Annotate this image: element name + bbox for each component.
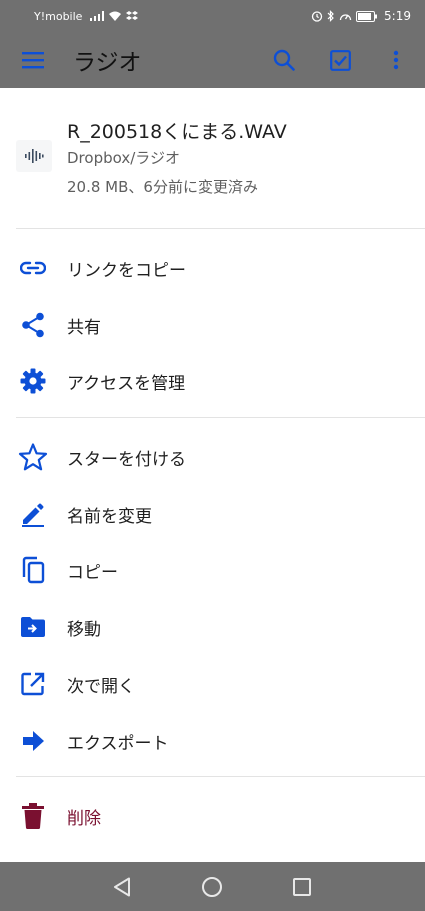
more-vert-icon <box>393 50 399 70</box>
select-button[interactable] <box>320 32 360 88</box>
menu-item-copy[interactable]: コピー <box>0 542 425 598</box>
arrow-right-icon <box>18 726 48 756</box>
file-meta: 20.8 MB、6分前に変更済み <box>67 178 258 196</box>
menu-label: 名前を変更 <box>67 506 152 527</box>
battery-icon <box>356 10 378 22</box>
more-button[interactable] <box>376 32 416 88</box>
select-icon <box>329 49 351 71</box>
divider <box>16 417 425 418</box>
search-button[interactable] <box>264 32 304 88</box>
signal-icon <box>90 11 105 21</box>
menu-label: 削除 <box>67 808 101 829</box>
search-icon <box>273 49 295 71</box>
open-external-icon <box>18 669 48 699</box>
menu-label: コピー <box>67 562 118 583</box>
page-title: ラジオ <box>73 50 142 76</box>
gear-icon <box>18 366 48 396</box>
divider <box>16 776 425 777</box>
dropbox-notification-icon <box>126 10 139 20</box>
file-path: Dropbox/ラジオ <box>67 149 180 167</box>
share-icon <box>18 310 48 340</box>
wifi-icon <box>109 11 122 21</box>
status-bar: Y!mobile 5:19 <box>0 0 425 32</box>
back-button[interactable] <box>97 862 147 911</box>
alarm-icon <box>311 11 323 22</box>
app-bar: ラジオ <box>0 32 425 88</box>
folder-move-icon <box>18 612 48 642</box>
menu-label: アクセスを管理 <box>67 373 186 394</box>
recents-button[interactable] <box>277 862 327 911</box>
back-triangle-icon <box>114 877 130 896</box>
audio-waveform-icon <box>25 149 44 163</box>
menu-label: リンクをコピー <box>67 260 186 281</box>
home-circle-icon <box>202 876 222 897</box>
star-outline-icon <box>18 442 48 472</box>
home-button[interactable] <box>187 862 237 911</box>
menu-item-share[interactable]: 共有 <box>0 297 425 353</box>
carrier-label: Y!mobile <box>34 9 83 23</box>
menu-item-move[interactable]: 移動 <box>0 599 425 655</box>
menu-label: 移動 <box>67 619 101 640</box>
menu-item-manage-access[interactable]: アクセスを管理 <box>0 353 425 409</box>
menu-item-delete[interactable]: 削除 <box>0 788 425 844</box>
file-thumbnail <box>16 140 52 172</box>
system-nav-bar <box>0 862 425 911</box>
link-icon <box>18 253 48 283</box>
pencil-icon <box>18 499 48 529</box>
menu-label: 次で開く <box>67 676 135 697</box>
menu-item-copy-link[interactable]: リンクをコピー <box>0 240 425 296</box>
clock: 5:19 <box>384 9 411 23</box>
menu-item-rename[interactable]: 名前を変更 <box>0 486 425 542</box>
menu-icon <box>22 52 44 69</box>
menu-item-star[interactable]: スターを付ける <box>0 429 425 485</box>
copy-icon <box>18 555 48 585</box>
menu-label: 共有 <box>67 317 101 338</box>
speed-icon <box>339 13 352 20</box>
recents-square-icon <box>293 877 311 896</box>
divider <box>16 228 425 229</box>
menu-item-export[interactable]: エクスポート <box>0 713 425 769</box>
menu-button[interactable] <box>13 32 53 88</box>
menu-label: スターを付ける <box>67 449 186 470</box>
menu-item-open-with[interactable]: 次で開く <box>0 656 425 712</box>
menu-label: エクスポート <box>67 733 169 754</box>
trash-icon <box>18 801 48 831</box>
bluetooth-icon <box>327 10 334 22</box>
file-name: R_200518くにまる.WAV <box>67 121 287 143</box>
